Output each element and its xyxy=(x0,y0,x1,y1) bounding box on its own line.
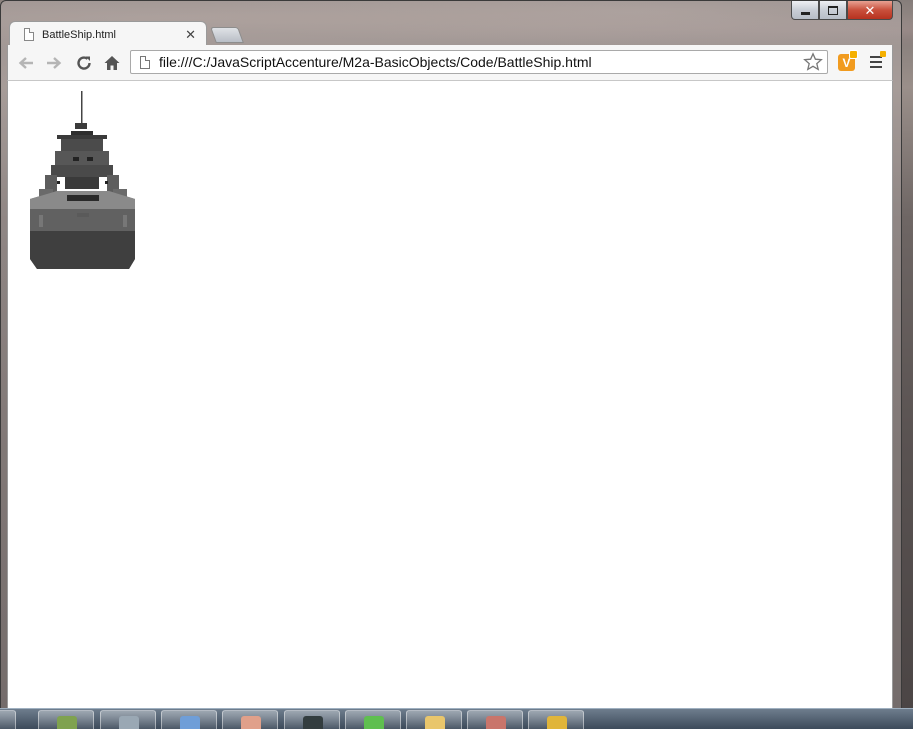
tab-title: BattleShip.html xyxy=(42,28,116,41)
window-controls: ✕ xyxy=(791,1,893,21)
maximize-button[interactable] xyxy=(819,1,847,20)
extension-button[interactable]: V xyxy=(838,50,858,71)
taskbar-app-icon xyxy=(364,716,384,729)
extension-badge xyxy=(849,50,858,59)
taskbar-item-1[interactable] xyxy=(0,710,16,729)
arrow-left-icon xyxy=(18,57,33,69)
battleship-image xyxy=(30,91,135,269)
forward-button[interactable] xyxy=(44,53,64,73)
taskbar-app-icon xyxy=(119,716,139,729)
tab-battleship[interactable]: BattleShip.html ✕ xyxy=(9,21,207,47)
taskbar-item-8[interactable] xyxy=(406,710,462,729)
browser-toolbar: file:///C:/JavaScriptAccenture/M2a-Basic… xyxy=(7,45,893,81)
taskbar-app-icon xyxy=(486,716,506,729)
page-icon xyxy=(24,28,34,41)
taskbar-item-6[interactable] xyxy=(284,710,340,729)
maximize-icon xyxy=(828,5,838,15)
browser-window: ✕ BattleShip.html ✕ file:///C:/JavaScrip… xyxy=(0,0,902,712)
taskbar-item-7[interactable] xyxy=(345,710,401,729)
taskbar-app-icon xyxy=(547,716,567,729)
arrow-right-icon xyxy=(47,57,62,69)
taskbar-item-9[interactable] xyxy=(467,710,523,729)
taskbar-item-5[interactable] xyxy=(222,710,278,729)
minimize-button[interactable] xyxy=(791,1,819,20)
home-icon xyxy=(104,56,120,70)
taskbar-item-3[interactable] xyxy=(100,710,156,729)
taskbar-app-icon xyxy=(425,716,445,729)
bookmark-star-icon[interactable] xyxy=(803,52,823,72)
taskbar-item-10[interactable] xyxy=(528,710,584,729)
taskbar-item-2[interactable] xyxy=(38,710,94,729)
page-icon xyxy=(140,55,150,69)
taskbar-app-icon xyxy=(180,716,200,729)
reload-button[interactable] xyxy=(74,53,94,73)
new-tab-button[interactable] xyxy=(210,27,244,43)
menu-update-badge xyxy=(880,51,886,57)
taskbar-app-icon xyxy=(57,716,77,729)
menu-icon[interactable] xyxy=(870,56,882,71)
tab-close-icon[interactable]: ✕ xyxy=(185,27,196,43)
taskbar-app-icon xyxy=(241,716,261,729)
reload-icon xyxy=(77,56,91,70)
home-button[interactable] xyxy=(102,53,122,73)
taskbar-app-icon xyxy=(303,716,323,729)
page-viewport xyxy=(7,81,893,711)
close-icon: ✕ xyxy=(864,2,876,18)
close-window-button[interactable]: ✕ xyxy=(847,1,893,20)
back-button[interactable] xyxy=(16,53,36,73)
taskbar-item-4[interactable] xyxy=(161,710,217,729)
minimize-icon xyxy=(800,11,810,15)
tab-strip: BattleShip.html ✕ xyxy=(1,19,901,47)
address-bar[interactable]: file:///C:/JavaScriptAccenture/M2a-Basic… xyxy=(130,50,828,74)
url-text[interactable]: file:///C:/JavaScriptAccenture/M2a-Basic… xyxy=(159,54,803,70)
taskbar xyxy=(0,708,913,729)
